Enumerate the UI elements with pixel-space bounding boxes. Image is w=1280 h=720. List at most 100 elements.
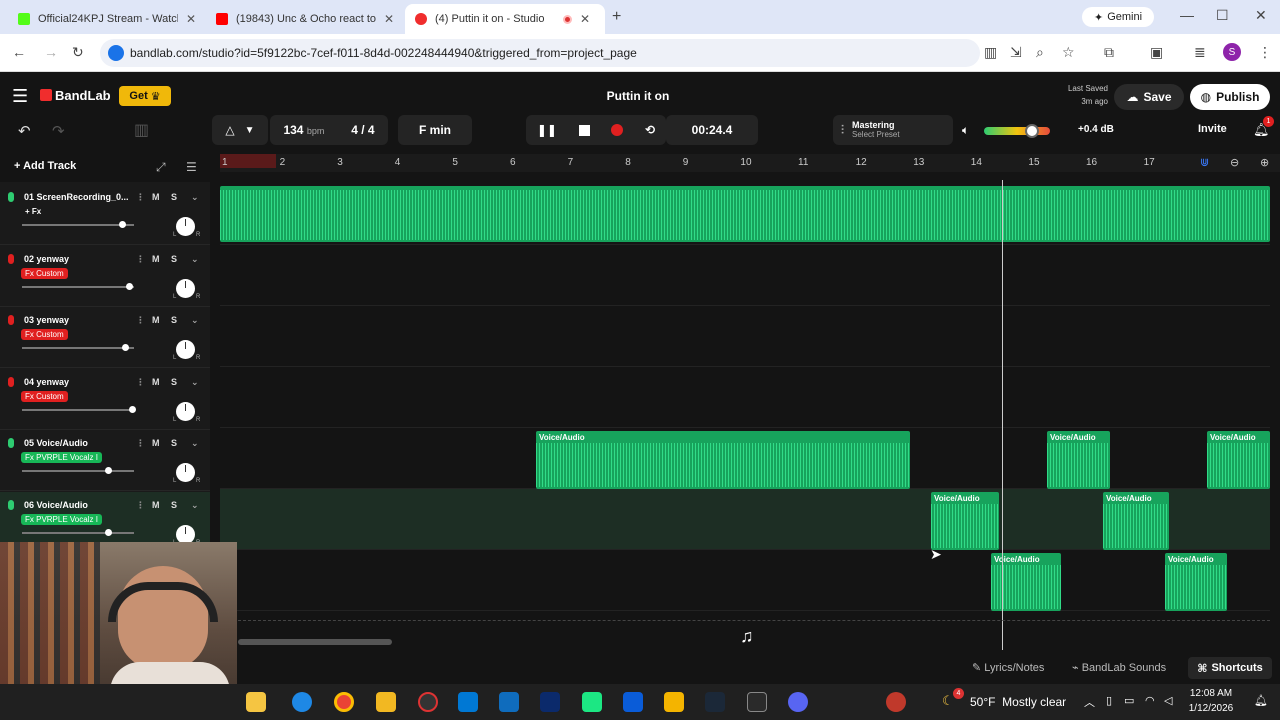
lane-06[interactable]: Voice/Audio Voice/Audio [220, 489, 1270, 550]
pan-knob[interactable] [176, 524, 195, 544]
bookmark-star-icon[interactable]: ☆ [1062, 44, 1075, 61]
maximize-icon[interactable]: ☐ [1216, 7, 1229, 24]
track-menu-icon[interactable]: ⋮ [136, 500, 145, 511]
chevron-down-icon[interactable]: ⌄ [191, 192, 199, 203]
disney-plus-icon[interactable] [540, 692, 560, 712]
mute-button[interactable]: M [152, 500, 160, 510]
settings-sliders-icon[interactable]: ☰ [186, 160, 197, 174]
close-icon[interactable]: ✕ [384, 12, 394, 26]
mic-icon[interactable] [8, 253, 14, 264]
tab-youtube[interactable]: (19843) Unc & Ocho react to Pa ✕ [206, 4, 406, 34]
pan-knob[interactable] [176, 401, 195, 421]
fx-badge[interactable]: Fx PVRPLE Vocalz I [21, 513, 102, 525]
speaker-icon[interactable]: 🔈︎ [962, 123, 969, 138]
extensions-icon[interactable]: ⧉ [1104, 44, 1114, 61]
close-window-icon[interactable]: ✕ [1255, 7, 1267, 24]
audio-clip[interactable] [220, 186, 1270, 242]
loop-region[interactable] [220, 154, 276, 168]
track-volume-slider[interactable] [22, 221, 134, 228]
notifications-icon[interactable]: 🔔︎ [1254, 694, 1268, 707]
audio-clip[interactable]: Voice/Audio [1103, 492, 1169, 550]
mute-button[interactable]: M [152, 254, 160, 264]
add-loop-icon[interactable]: ♫ [740, 626, 754, 647]
mic-icon[interactable] [8, 438, 14, 448]
mute-button[interactable]: M [152, 315, 160, 325]
reading-mode-icon[interactable]: ▥ [984, 44, 997, 61]
store-icon[interactable] [458, 692, 478, 712]
back-icon[interactable]: ← [12, 44, 26, 60]
arrangement-lanes[interactable]: Voice/Audio Voice/Audio Voice/Audio Voic… [220, 180, 1270, 650]
track-name[interactable]: 04 yenway [24, 377, 132, 387]
pan-knob[interactable] [176, 463, 195, 482]
track-name[interactable]: 05 Voice/Audio [24, 438, 132, 448]
bpm-value[interactable]: 134 [283, 123, 303, 137]
media-icon[interactable]: ≣ [1194, 44, 1206, 61]
track-menu-icon[interactable]: ⋮ [136, 438, 145, 449]
fx-badge[interactable]: + Fx [21, 206, 45, 217]
lyrics-button[interactable]: ✎ Lyrics/Notes [972, 661, 1044, 674]
pause-icon[interactable]: ❚❚ [537, 123, 557, 137]
clock-date[interactable]: 1/12/2026 [1184, 703, 1238, 714]
redo-icon[interactable]: ↷ [52, 122, 65, 140]
master-volume-knob[interactable] [1024, 124, 1039, 138]
publish-button[interactable]: ◍ Publish [1190, 84, 1270, 110]
track-menu-icon[interactable]: ⋮ [136, 377, 145, 388]
track-menu-icon[interactable]: ⋮ [136, 192, 145, 203]
install-app-icon[interactable]: ⇲ [1010, 44, 1022, 61]
zoom-in-icon[interactable]: ⊕ [1260, 156, 1269, 169]
chevron-down-icon[interactable]: ⌄ [191, 377, 199, 388]
time-signature[interactable]: 4 / 4 [351, 123, 374, 137]
sidebar-icon[interactable]: ▣ [1150, 44, 1163, 61]
solo-button[interactable]: S [171, 377, 177, 387]
clock-time[interactable]: 12:08 AM [1186, 688, 1236, 699]
track-name[interactable]: 02 yenway [24, 254, 132, 264]
volume-icon[interactable]: ◁ [1164, 694, 1172, 707]
audio-clip[interactable]: Voice/Audio [1047, 431, 1110, 489]
master-volume-slider[interactable] [984, 124, 1050, 138]
mute-button[interactable]: M [152, 377, 160, 387]
solo-button[interactable]: S [171, 192, 177, 202]
app-icon[interactable] [623, 692, 643, 712]
chrome-icon[interactable] [334, 692, 354, 712]
close-icon[interactable]: ✕ [186, 12, 196, 26]
automation-icon[interactable]: ⤢ [156, 160, 166, 175]
mic-permission-icon[interactable] [108, 45, 124, 61]
mic-icon[interactable] [8, 376, 14, 387]
mixer-icon[interactable]: ▥ [134, 120, 149, 140]
minimize-icon[interactable]: — [1180, 7, 1194, 23]
chevron-down-icon[interactable]: ⌄ [191, 254, 199, 265]
lane-05[interactable]: Voice/Audio Voice/Audio Voice/Audio [220, 428, 1270, 489]
shortcuts-button[interactable]: ⌘ Shortcuts [1188, 657, 1272, 679]
audio-clip[interactable]: Voice/Audio [1207, 431, 1270, 489]
mic-icon[interactable] [8, 315, 14, 325]
obs-icon[interactable] [418, 692, 438, 712]
track-header[interactable]: 04 yenway ⋮ M S ⌄ Fx Custom L R [0, 369, 210, 430]
chevron-down-icon[interactable]: ⌄ [191, 315, 199, 326]
bandlab-sounds-button[interactable]: ⌁ BandLab Sounds [1072, 661, 1166, 674]
gemini-button[interactable]: ✦ Gemini [1082, 7, 1154, 27]
undo-icon[interactable]: ↶ [18, 122, 31, 140]
tab-kick[interactable]: Official24KPJ Stream - Watch Li ✕ [8, 4, 208, 34]
pan-knob[interactable] [176, 340, 195, 359]
track-name[interactable]: 06 Voice/Audio [24, 500, 132, 510]
reload-icon[interactable]: ↻ [72, 44, 84, 61]
weather-icon[interactable]: ☾ [942, 693, 954, 709]
fx-badge[interactable]: Fx Custom [21, 329, 68, 340]
bandlab-logo[interactable]: BandLab [55, 88, 111, 103]
lane-01[interactable] [220, 184, 1270, 245]
track-volume-slider[interactable] [22, 467, 134, 474]
zoom-icon[interactable]: ⌕ [1036, 44, 1044, 61]
add-track-button[interactable]: + Add Track [14, 160, 76, 172]
lane-07[interactable]: Voice/Audio Voice/Audio [220, 550, 1270, 611]
track-header[interactable]: 05 Voice/Audio ⋮ M S ⌄ Fx PVRPLE Vocalz I L R [0, 430, 210, 491]
fx-badge[interactable]: Fx Custom [21, 267, 68, 279]
track-volume-slider[interactable] [22, 344, 134, 351]
horizontal-scrollbar[interactable] [238, 639, 392, 645]
get-membership-button[interactable]: Get ♛ [119, 86, 171, 106]
forward-icon[interactable]: → [44, 44, 58, 60]
mic-icon[interactable] [8, 192, 14, 202]
close-icon[interactable]: ✕ [580, 12, 590, 26]
audio-clip[interactable]: Voice/Audio [536, 431, 910, 489]
track-name[interactable]: 03 yenway [24, 315, 132, 325]
battery-icon[interactable]: ▭ [1124, 694, 1134, 707]
